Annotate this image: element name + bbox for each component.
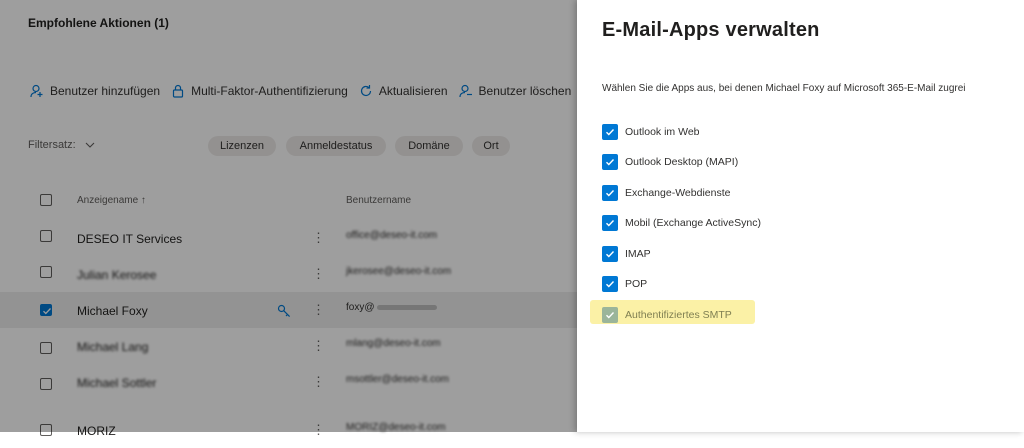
checkmark-icon — [606, 129, 615, 136]
checkmark-icon — [606, 159, 615, 166]
app-checkbox-pop[interactable]: POP — [602, 275, 647, 293]
app-checkbox-activesync[interactable]: Mobil (Exchange ActiveSync) — [602, 214, 761, 232]
checkmark-icon — [606, 251, 615, 258]
checkbox[interactable] — [602, 215, 618, 231]
checkbox[interactable] — [602, 185, 618, 201]
app-checkbox-outlook-desktop[interactable]: Outlook Desktop (MAPI) — [602, 153, 738, 171]
app-checkbox-authenticated-smtp[interactable]: Authentifiziertes SMTP — [602, 306, 732, 324]
checkmark-icon — [606, 220, 615, 227]
checkbox[interactable] — [602, 124, 618, 140]
app-label: IMAP — [625, 248, 651, 260]
checkbox[interactable] — [602, 154, 618, 170]
app-checkbox-outlook-web[interactable]: Outlook im Web — [602, 123, 700, 141]
checkmark-icon — [606, 281, 615, 288]
checkbox[interactable] — [602, 246, 618, 262]
modal-scrim[interactable] — [0, 0, 577, 432]
manage-email-apps-panel: E-Mail-Apps verwalten Wählen Sie die App… — [577, 0, 1024, 432]
app-label: Authentifiziertes SMTP — [625, 309, 732, 321]
app-label: Mobil (Exchange ActiveSync) — [625, 217, 761, 229]
app-checkbox-exchange-web-services[interactable]: Exchange-Webdienste — [602, 184, 730, 202]
app-label: Outlook im Web — [625, 126, 700, 138]
app-checkbox-imap[interactable]: IMAP — [602, 245, 651, 263]
checkmark-icon — [606, 312, 615, 319]
app-label: POP — [625, 278, 648, 290]
app-label: Exchange-Webdienste — [625, 187, 731, 199]
panel-description: Wählen Sie die Apps aus, bei denen Micha… — [602, 83, 966, 94]
app-label: Outlook Desktop (MAPI) — [625, 156, 739, 168]
panel-title: E-Mail-Apps verwalten — [602, 19, 820, 41]
checkmark-icon — [606, 190, 615, 197]
checkbox[interactable] — [602, 307, 618, 323]
checkbox[interactable] — [602, 276, 618, 292]
